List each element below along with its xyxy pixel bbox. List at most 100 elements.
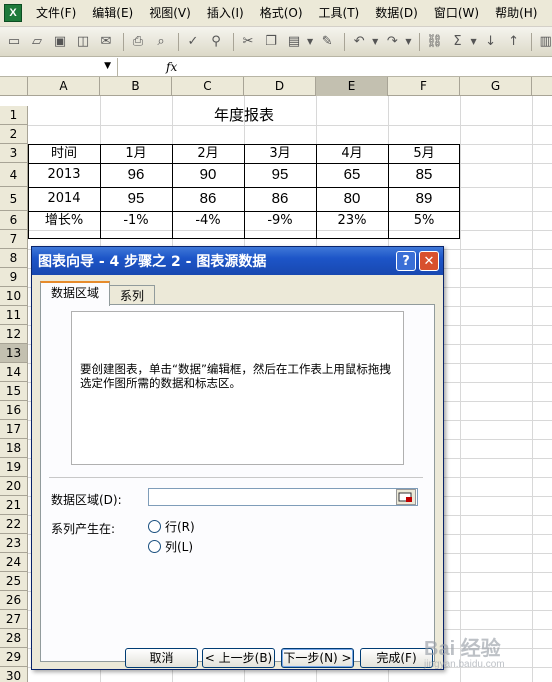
- menu-insert[interactable]: 插入(I): [199, 3, 252, 23]
- format-painter-icon[interactable]: ✎: [317, 32, 337, 52]
- cancel-button[interactable]: 取消: [125, 648, 198, 668]
- undo-dropdown-icon[interactable]: ▼: [372, 37, 378, 46]
- redo-dropdown-icon[interactable]: ▼: [405, 37, 411, 46]
- spelling-icon[interactable]: ✓: [183, 32, 203, 52]
- row-header[interactable]: 29: [0, 648, 28, 667]
- permission-icon[interactable]: ◫: [73, 32, 93, 52]
- row-header[interactable]: 15: [0, 382, 28, 401]
- collapse-dialog-icon[interactable]: [396, 489, 416, 505]
- row-header[interactable]: 23: [0, 534, 28, 553]
- radio-rows[interactable]: 行(R): [148, 518, 195, 535]
- undo-icon[interactable]: ↶: [349, 32, 369, 52]
- column-header-c[interactable]: C: [172, 77, 244, 96]
- row-header[interactable]: 2: [0, 125, 28, 144]
- row-header[interactable]: 5: [0, 187, 28, 211]
- radio-button[interactable]: [148, 520, 161, 533]
- column-header-f[interactable]: F: [388, 77, 460, 96]
- paste-dropdown-icon[interactable]: ▼: [307, 37, 313, 46]
- sort-ascending-icon[interactable]: ↓: [481, 32, 501, 52]
- hyperlink-icon[interactable]: ⛓: [424, 32, 444, 52]
- row-header[interactable]: 27: [0, 610, 28, 629]
- table-cell[interactable]: 65: [316, 163, 388, 187]
- table-cell[interactable]: 95: [100, 187, 172, 211]
- paste-icon[interactable]: ▤: [284, 32, 304, 52]
- row-header[interactable]: 10: [0, 287, 28, 306]
- row-header[interactable]: 18: [0, 439, 28, 458]
- row-header[interactable]: 30: [0, 667, 28, 682]
- menu-data[interactable]: 数据(D): [367, 3, 426, 23]
- row-header[interactable]: 6: [0, 211, 28, 230]
- open-folder-icon[interactable]: ▱: [27, 32, 47, 52]
- column-header-a[interactable]: A: [28, 77, 100, 96]
- print-preview-icon[interactable]: ⌕: [151, 32, 171, 52]
- menu-file[interactable]: 文件(F): [28, 3, 84, 23]
- table-header-cell[interactable]: 5月: [388, 144, 460, 163]
- autosum-icon[interactable]: Σ: [447, 32, 467, 52]
- table-cell[interactable]: 96: [100, 163, 172, 187]
- autosum-dropdown-icon[interactable]: ▼: [470, 37, 476, 46]
- help-button[interactable]: ?: [396, 251, 416, 271]
- insert-function-icon[interactable]: fx: [166, 60, 177, 74]
- redo-icon[interactable]: ↷: [382, 32, 402, 52]
- save-icon[interactable]: ▣: [50, 32, 70, 52]
- row-header[interactable]: 7: [0, 230, 28, 249]
- row-header[interactable]: 28: [0, 629, 28, 648]
- next-button[interactable]: 下一步(N) >: [281, 648, 354, 668]
- menu-window[interactable]: 窗口(W): [426, 3, 487, 23]
- row-header[interactable]: 8: [0, 249, 28, 268]
- sort-descending-icon[interactable]: ↑: [504, 32, 524, 52]
- back-button[interactable]: < 上一步(B): [202, 648, 275, 668]
- menu-view[interactable]: 视图(V): [141, 3, 199, 23]
- tab-data-range[interactable]: 数据区域: [40, 281, 111, 306]
- email-icon[interactable]: ✉: [96, 32, 116, 52]
- radio-columns[interactable]: 列(L): [148, 538, 193, 555]
- table-cell[interactable]: 89: [388, 187, 460, 211]
- row-header[interactable]: 26: [0, 591, 28, 610]
- row-header[interactable]: 17: [0, 420, 28, 439]
- column-header-e[interactable]: E: [316, 77, 388, 96]
- finish-button[interactable]: 完成(F): [360, 648, 433, 668]
- row-header[interactable]: 14: [0, 363, 28, 382]
- row-header[interactable]: 9: [0, 268, 28, 287]
- close-button[interactable]: ✕: [419, 251, 439, 271]
- name-box[interactable]: ▼: [0, 57, 118, 76]
- table-cell[interactable]: 5%: [388, 211, 460, 230]
- excel-app-icon[interactable]: X: [4, 4, 22, 22]
- column-header-b[interactable]: B: [100, 77, 172, 96]
- menu-tools[interactable]: 工具(T): [311, 3, 368, 23]
- research-icon[interactable]: ⚲: [206, 32, 226, 52]
- new-file-icon[interactable]: ▭: [4, 32, 24, 52]
- row-header[interactable]: 20: [0, 477, 28, 496]
- column-header-g[interactable]: G: [460, 77, 532, 96]
- column-header-d[interactable]: D: [244, 77, 316, 96]
- table-header-cell[interactable]: 2月: [172, 144, 244, 163]
- menu-help[interactable]: 帮助(H): [487, 3, 545, 23]
- chevron-down-icon[interactable]: ▼: [104, 61, 111, 71]
- table-cell[interactable]: 2014: [28, 187, 100, 211]
- cut-icon[interactable]: ✂: [238, 32, 258, 52]
- dialog-title-bar[interactable]: 图表向导 - 4 步骤之 2 - 图表源数据 ? ✕: [32, 247, 443, 275]
- table-cell[interactable]: 90: [172, 163, 244, 187]
- data-range-input[interactable]: [148, 488, 418, 506]
- print-icon[interactable]: ⎙: [128, 32, 148, 52]
- copy-icon[interactable]: ❐: [261, 32, 281, 52]
- table-cell[interactable]: 86: [172, 187, 244, 211]
- row-header[interactable]: 25: [0, 572, 28, 591]
- chart-wizard-icon[interactable]: ▥: [536, 32, 552, 52]
- row-header[interactable]: 16: [0, 401, 28, 420]
- select-all-corner[interactable]: [0, 77, 28, 96]
- table-header-cell[interactable]: 时间: [28, 144, 100, 163]
- table-cell[interactable]: -4%: [172, 211, 244, 230]
- table-header-cell[interactable]: 4月: [316, 144, 388, 163]
- table-header-cell[interactable]: 1月: [100, 144, 172, 163]
- table-cell[interactable]: 增长%: [28, 211, 100, 230]
- row-header[interactable]: 13: [0, 344, 28, 363]
- table-cell[interactable]: 2013: [28, 163, 100, 187]
- row-header[interactable]: 21: [0, 496, 28, 515]
- table-cell[interactable]: 23%: [316, 211, 388, 230]
- radio-button[interactable]: [148, 540, 161, 553]
- tab-series[interactable]: 系列: [109, 285, 156, 304]
- row-header[interactable]: 19: [0, 458, 28, 477]
- row-header[interactable]: 11: [0, 306, 28, 325]
- table-cell[interactable]: -1%: [100, 211, 172, 230]
